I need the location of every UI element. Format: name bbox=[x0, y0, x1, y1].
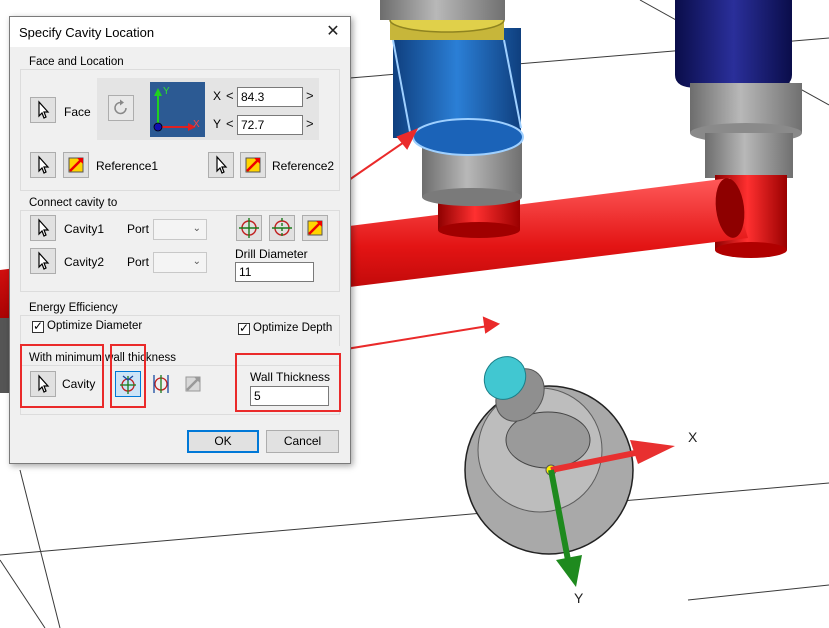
y-label: Y bbox=[213, 117, 222, 131]
dialog-titlebar[interactable]: Specify Cavity Location ✕ bbox=[10, 17, 350, 47]
face-select-button[interactable] bbox=[30, 97, 56, 123]
crosshair-split-icon bbox=[272, 218, 292, 238]
close-icon[interactable]: ✕ bbox=[322, 21, 344, 43]
axis-x-label: X bbox=[688, 429, 698, 445]
reference-arrow-icon bbox=[68, 157, 84, 173]
x-value-input[interactable] bbox=[237, 87, 303, 107]
reference2-label: Reference2 bbox=[272, 159, 335, 173]
connect-split-button[interactable] bbox=[269, 215, 295, 241]
cavity2-port-select[interactable]: ⌄ bbox=[153, 252, 207, 273]
face-label: Face bbox=[64, 105, 91, 119]
wall-split-button[interactable] bbox=[148, 371, 174, 397]
y-value-input[interactable] bbox=[237, 115, 303, 135]
cavity1-select-button[interactable] bbox=[30, 215, 56, 241]
x-decrement-arrow[interactable]: < bbox=[226, 88, 234, 103]
crosshair-icon bbox=[239, 218, 259, 238]
cursor-icon bbox=[38, 100, 50, 119]
cursor-icon bbox=[38, 218, 50, 237]
chevron-down-icon: ⌄ bbox=[192, 223, 201, 234]
blue-cylinder-fitting bbox=[380, 0, 524, 238]
cursor-icon bbox=[38, 251, 50, 270]
cavity2-select-button[interactable] bbox=[30, 248, 56, 274]
rotate-button[interactable] bbox=[108, 95, 134, 121]
cancel-button[interactable]: Cancel bbox=[266, 430, 339, 453]
energy-efficiency-group-label: Energy Efficiency bbox=[27, 302, 120, 314]
checkmark-icon: ✓ bbox=[239, 321, 250, 335]
highlight-crosshair-box bbox=[110, 344, 146, 408]
cavity1-port-select[interactable]: ⌄ bbox=[153, 219, 207, 240]
optimize-diameter-checkbox[interactable]: ✓ bbox=[32, 319, 44, 333]
drill-diameter-input[interactable] bbox=[235, 262, 314, 282]
crosshair-split-icon bbox=[153, 375, 169, 393]
rotate-icon bbox=[114, 99, 127, 115]
cavity1-port-label: Port bbox=[127, 222, 150, 236]
cavity1-label: Cavity1 bbox=[64, 222, 105, 236]
reference1-label: Reference1 bbox=[96, 159, 159, 173]
reference2-select-button[interactable] bbox=[208, 152, 234, 178]
round-fitting bbox=[464, 356, 634, 555]
x-increment-arrow[interactable]: > bbox=[306, 88, 314, 103]
reference2-button[interactable] bbox=[240, 152, 266, 178]
reference1-button[interactable] bbox=[63, 152, 89, 178]
reference-arrow-icon bbox=[245, 157, 261, 173]
preview-y-label: Y bbox=[163, 86, 170, 97]
checkmark-icon: ✓ bbox=[33, 319, 44, 333]
optimize-depth-checkbox[interactable]: ✓ bbox=[238, 321, 250, 335]
axis-y-label: Y bbox=[574, 590, 584, 606]
connect-cavity-group-label: Connect cavity to bbox=[27, 197, 120, 209]
cavity2-label: Cavity2 bbox=[64, 255, 105, 269]
dialog-title: Specify Cavity Location bbox=[19, 25, 155, 40]
wall-reference-button[interactable] bbox=[180, 371, 206, 397]
face-location-group-label: Face and Location bbox=[27, 56, 126, 68]
x-label: X bbox=[213, 89, 222, 103]
cursor-icon bbox=[38, 155, 50, 174]
optimize-diameter-label: Optimize Diameter bbox=[47, 320, 143, 332]
highlight-cavity-box bbox=[20, 344, 104, 408]
coordinate-preview: Y X bbox=[150, 82, 205, 137]
y-increment-arrow[interactable]: > bbox=[306, 116, 314, 131]
cavity2-port-label: Port bbox=[127, 255, 150, 269]
y-decrement-arrow[interactable]: < bbox=[226, 116, 234, 131]
chevron-down-icon: ⌄ bbox=[192, 256, 201, 267]
reference-arrow-icon bbox=[307, 220, 323, 236]
reference1-select-button[interactable] bbox=[30, 152, 56, 178]
reference-arrow-icon bbox=[185, 376, 201, 392]
highlight-wall-thickness-box bbox=[235, 353, 341, 412]
connect-crosshair-button[interactable] bbox=[236, 215, 262, 241]
ok-button[interactable]: OK bbox=[187, 430, 259, 453]
preview-x-label: X bbox=[193, 119, 200, 130]
drill-diameter-label: Drill Diameter bbox=[235, 247, 308, 261]
optimize-depth-label: Optimize Depth bbox=[253, 322, 333, 334]
connect-reference-button[interactable] bbox=[302, 215, 328, 241]
cursor-icon bbox=[216, 155, 228, 174]
